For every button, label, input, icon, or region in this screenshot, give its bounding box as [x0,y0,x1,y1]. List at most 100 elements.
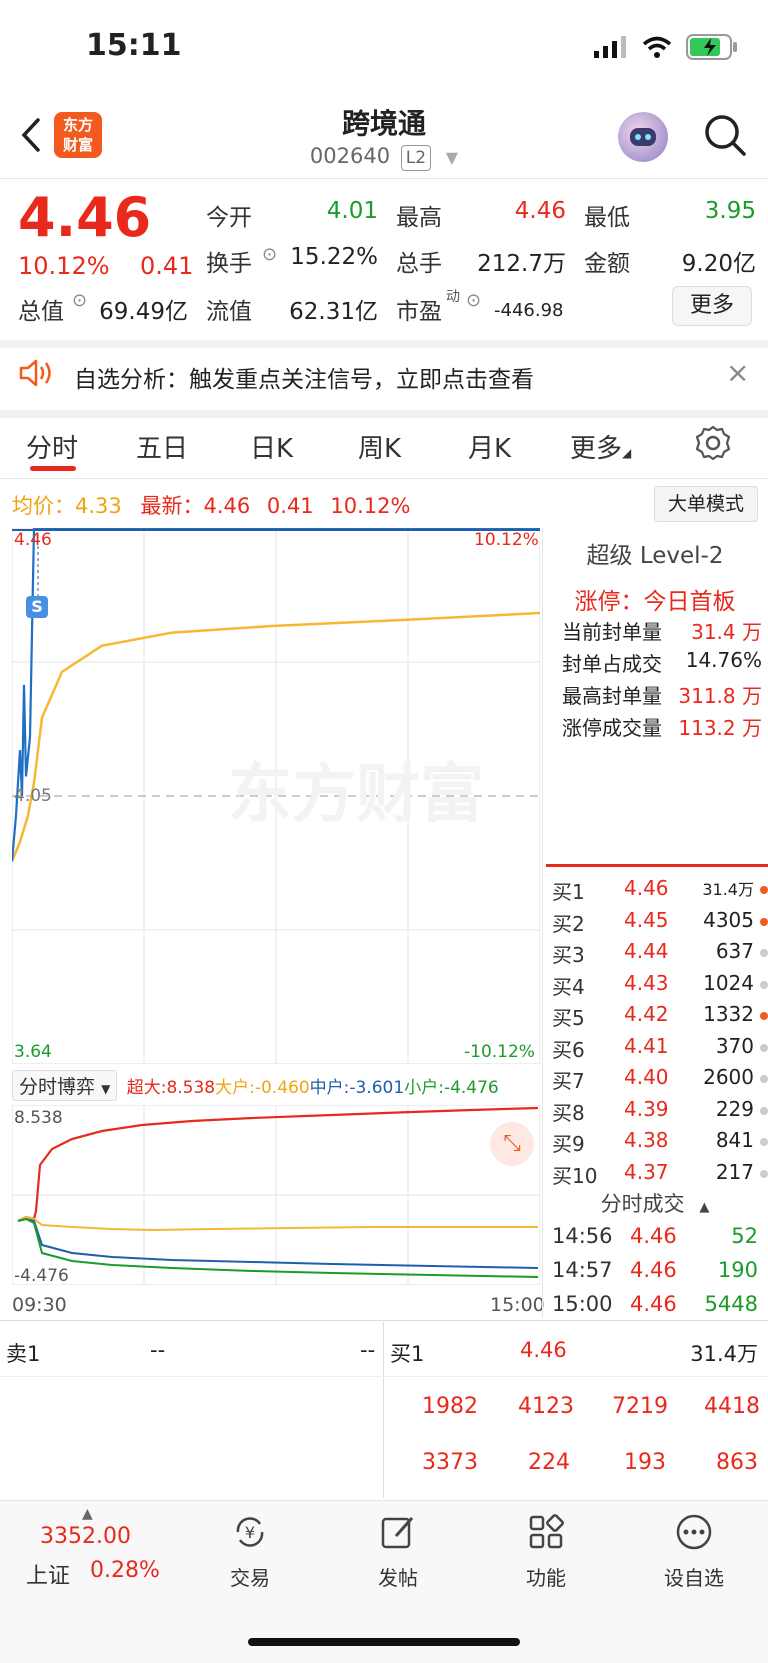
caret-up-icon: ▲ [82,1506,93,1522]
nav-functions[interactable]: 功能 [496,1512,596,1591]
trade-time: 14:56 [552,1224,613,1248]
tab-monthly-k[interactable]: 月K [468,428,511,465]
trade-volume: 5448 [704,1292,758,1316]
bid-volume: 370 [715,1033,754,1058]
queue-order: 1982 [422,1394,478,1419]
nav-trade[interactable]: ¥ 交易 [200,1512,300,1591]
status-icons [594,34,738,60]
trade-price: 4.46 [630,1258,677,1282]
tab-weekly-k[interactable]: 周K [358,428,401,465]
assistant-avatar[interactable] [618,112,668,162]
seal-row: 最高封单量 311.8 万 [562,680,762,709]
divider [0,478,768,479]
bid1-price: 4.46 [520,1338,567,1362]
bid1-label: 买1 [390,1342,425,1366]
bid-label: 买8 [552,1100,585,1125]
seal-value: 113.2 万 [678,716,762,740]
bid-label: 买2 [552,911,585,936]
bid-price: 4.43 [624,970,669,995]
bid-volume: 2600 [703,1065,754,1089]
bid-volume: 1024 [703,970,754,995]
seal-label: 涨停成交量 [562,716,662,740]
order-dot-icon [760,1138,768,1146]
index-name[interactable]: 上证 [26,1558,70,1590]
search-button[interactable] [700,110,750,160]
robot-icon [630,128,656,146]
trades-title-label: 分时成交 [600,1192,685,1216]
y-label-bottom: 3.64 [14,1042,52,1062]
divider [0,1376,768,1377]
stat-label-volume: 总手 [396,251,442,277]
big-order-mode-button[interactable]: 大单模式 [654,486,758,522]
tab-daily-k[interactable]: 日K [250,428,293,465]
watermark: 东方财富 [228,758,484,832]
trade-price: 4.46 [630,1292,677,1316]
index-value[interactable]: 3352.00 [40,1524,131,1549]
info-icon[interactable]: ⊙ [72,290,87,311]
queue-order: 4123 [518,1394,574,1419]
stat-label-mktcap: 总值 [18,299,64,325]
tab-more-label: 更多 [570,434,623,464]
stat-label-low: 最低 [584,205,630,231]
expand-button[interactable]: ⤡ [490,1122,534,1166]
bid-label: 买9 [552,1132,585,1156]
nav-post[interactable]: 发帖 [348,1512,448,1591]
bid-price: 4.46 [624,876,669,900]
alert-banner[interactable]: 自选分析：触发重点关注信号，立即点击查看 [74,360,534,394]
intraday-chart[interactable]: 东方财富 [12,528,540,1064]
bid-price: 4.37 [624,1159,669,1184]
chevron-down-icon: ▼ [101,1082,111,1096]
tab-intraday[interactable]: 分时 [26,428,78,465]
bid-row[interactable]: 买8 4.39 229 [552,1097,768,1125]
limit-separator [546,864,768,867]
queue-order: 4418 [704,1394,760,1419]
home-indicator [248,1638,520,1646]
ask1-price: -- [150,1338,166,1362]
bid-row[interactable]: 买1 4.46 31.4万 [552,876,768,904]
stat-label-amount: 金额 [584,251,630,277]
fund-flow-chart[interactable] [12,1105,540,1285]
tab-5day[interactable]: 五日 [136,428,188,465]
battery-icon [686,34,737,60]
bid-price: 4.45 [624,907,669,932]
flow-series-value: 8.538 [166,1078,216,1098]
signal-s-icon[interactable]: S [26,596,48,618]
chart-legend: 均价：4.33 最新：4.46 0.41 10.12% [12,490,410,520]
info-icon[interactable]: ⊙ [262,244,277,265]
y-label-top-pct: 10.12% [474,530,539,550]
stat-value-mktcap: 69.49亿 [99,299,188,325]
bid-row[interactable]: 买5 4.42 1332 [552,1002,768,1030]
flow-series-value: -0.460 [254,1078,310,1098]
seal-row: 当前封单量 31.4 万 [562,616,762,645]
info-icon[interactable]: ⊙ [466,290,481,311]
flow-series-name: 大户 [215,1078,250,1098]
bid-volume: 217 [715,1159,754,1184]
bid-row[interactable]: 买4 4.43 1024 [552,970,768,999]
trade-time: 14:57 [552,1258,613,1282]
change-percent: 10.12% [18,252,110,280]
stat-label-high: 最高 [396,205,442,231]
bid-row[interactable]: 买6 4.41 370 [552,1033,768,1062]
tab-more[interactable]: 更多◢ [570,428,631,465]
order-dot-icon [760,1043,768,1052]
bid-row[interactable]: 买7 4.40 2600 [552,1065,768,1093]
settings-button[interactable] [694,424,732,466]
trades-title[interactable]: 分时成交 ▲ [542,1188,768,1218]
close-icon[interactable]: × [726,356,749,389]
index-pct[interactable]: 0.28% [90,1558,160,1583]
flow-series-name: 中户 [309,1078,344,1098]
grid-icon [529,1514,564,1549]
more-stats-button[interactable]: 更多 [672,286,752,326]
level2-title[interactable]: 超级 Level-2 [542,536,768,570]
bid-volume: 1332 [703,1002,754,1026]
flow-selector[interactable]: 分时博弈 ▼ [12,1070,118,1101]
stat-label-float: 流值 [206,299,252,325]
bid-label: 买1 [552,880,585,904]
bid-row[interactable]: 买2 4.45 4305 [552,907,768,936]
latest-label: 最新： [140,494,204,518]
bid-row[interactable]: 买3 4.44 637 [552,939,768,967]
bid-row[interactable]: 买10 4.37 217 [552,1159,768,1188]
order-dot-icon [760,886,768,894]
bid-row[interactable]: 买9 4.38 841 [552,1128,768,1156]
nav-add-watchlist[interactable]: 设自选 [644,1512,744,1591]
